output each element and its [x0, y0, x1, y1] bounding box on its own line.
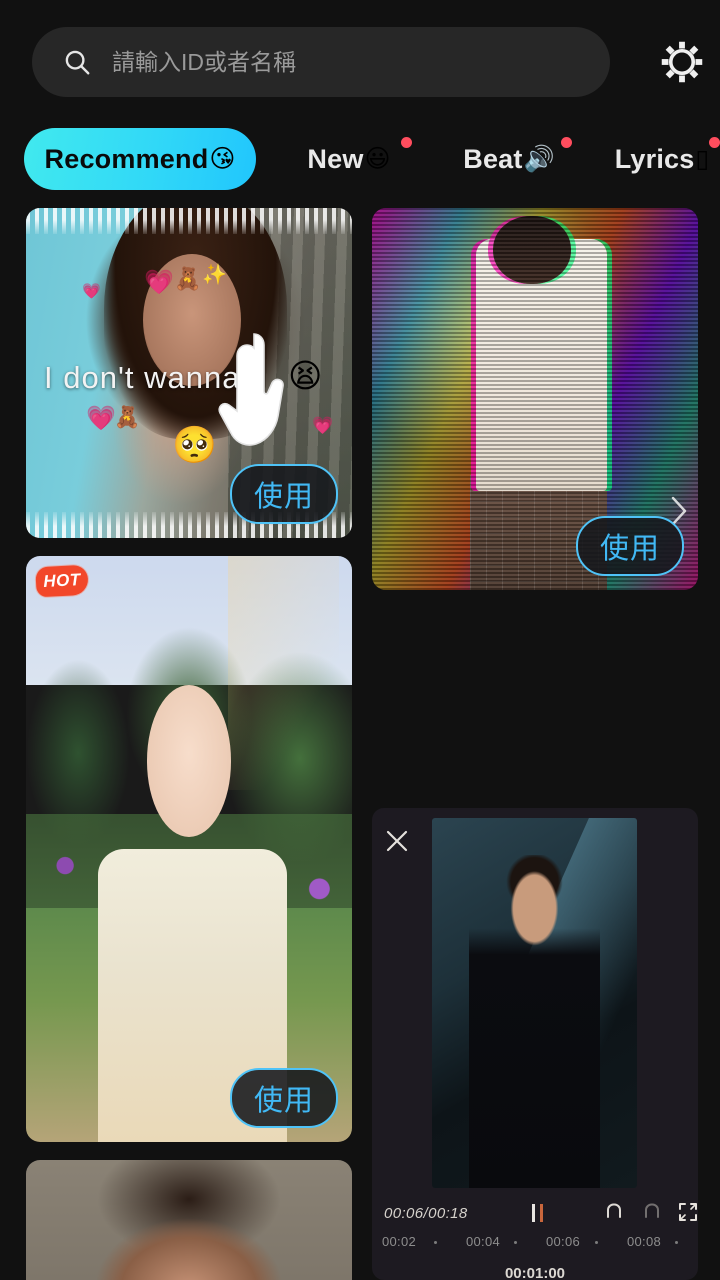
ruler-dot	[434, 1241, 437, 1244]
template-card[interactable]: 使用	[372, 208, 698, 590]
ruler-tick: 00:08	[627, 1234, 662, 1249]
ruler-dot	[595, 1241, 598, 1244]
ruler-dot	[675, 1241, 678, 1244]
tab-lyrics[interactable]: Lyrics ▯	[606, 128, 720, 190]
hot-badge: HOT	[35, 564, 89, 598]
undo-icon[interactable]	[600, 1200, 626, 1226]
category-tabs: Recommend 😘 New 😃 Beat 🔊 Lyrics ▯	[0, 128, 720, 190]
search-icon	[65, 50, 90, 75]
playback-time: 00:06/00:18	[384, 1204, 468, 1222]
use-button-label: 使用	[253, 1085, 314, 1117]
pause-icon[interactable]	[530, 1204, 548, 1222]
ruler-tick: 00:04	[466, 1234, 501, 1249]
speaker-icon: 🔊	[523, 144, 555, 173]
tofu-glyph-icon: ▯	[695, 145, 710, 173]
music-template-browser: Recommend 😘 New 😃 Beat 🔊 Lyrics ▯	[0, 0, 720, 1280]
sticker-bear: 🧸	[174, 266, 202, 291]
badge-dot	[709, 137, 720, 148]
tab-recommend-label: Recommend	[44, 143, 209, 174]
use-button-label: 使用	[253, 481, 314, 513]
gear-icon[interactable]	[655, 35, 709, 89]
timeline-ruler[interactable]: 00:02 00:04 00:06 00:08	[372, 1232, 698, 1258]
sticker-heart: 💗	[144, 269, 174, 296]
sticker-bear: 🧸	[114, 406, 141, 429]
search-input[interactable]	[110, 47, 610, 77]
fullscreen-icon[interactable]	[676, 1200, 698, 1224]
ruler-tick: 00:06	[546, 1234, 581, 1249]
smiley-face-icon: 😃	[364, 145, 391, 173]
close-icon[interactable]	[382, 826, 412, 856]
ruler-tick: 00:02	[382, 1234, 417, 1249]
decor-figure	[468, 855, 601, 1188]
use-button[interactable]: 使用	[576, 516, 684, 576]
clip-duration-label: 00:01:00	[504, 1265, 566, 1280]
card-thumbnail	[26, 1160, 352, 1280]
tab-recommend[interactable]: Recommend 😘	[24, 128, 256, 190]
tab-lyrics-label: Lyrics	[614, 143, 695, 174]
template-column-right: 使用	[372, 208, 698, 608]
use-button-label: 使用	[599, 533, 660, 565]
ruler-dot	[514, 1241, 517, 1244]
sticker-pleading-face: 🥺	[172, 424, 217, 465]
template-column-left: I don't wanna 💗 🧸 ✨ 💗 😫 🥺 💗 🧸 💗 使用 HOT 使…	[26, 208, 352, 1280]
search-bar[interactable]	[32, 27, 610, 97]
decor-face	[146, 684, 232, 838]
sticker-sparkle: ✨	[202, 264, 227, 286]
video-preview-panel: 00:06/00:18 00:02 00:04 00:06 00:08 00:0…	[372, 808, 698, 1280]
hot-badge-label: HOT	[42, 570, 82, 591]
tab-beat-label: Beat	[463, 143, 523, 174]
badge-dot	[401, 137, 412, 148]
top-bar	[0, 0, 720, 122]
tab-new-label: New	[307, 143, 364, 174]
player-controls: 00:06/00:18	[372, 1194, 698, 1232]
tab-beat[interactable]: Beat 🔊	[448, 128, 572, 190]
sticker-heart: 💗	[86, 405, 116, 432]
tab-new[interactable]: New 😃	[288, 128, 412, 190]
template-card[interactable]: HOT 使用	[26, 556, 352, 1142]
use-button[interactable]: 使用	[230, 464, 338, 524]
sticker-heart: 💗	[312, 416, 334, 435]
sticker-heart: 💗	[82, 283, 101, 300]
template-card[interactable]: I don't wanna 💗 🧸 ✨ 💗 😫 🥺 💗 🧸 💗 使用	[26, 208, 352, 538]
lyric-text: I don't wanna	[44, 360, 241, 395]
audio-waveform	[26, 208, 352, 234]
badge-dot	[561, 137, 572, 148]
use-button[interactable]: 使用	[230, 1068, 338, 1128]
kissing-face-icon: 😘	[209, 145, 236, 173]
pointing-hand-icon	[218, 333, 284, 446]
video-preview[interactable]	[432, 818, 637, 1188]
redo-icon[interactable]	[640, 1200, 666, 1226]
template-card[interactable]	[26, 1160, 352, 1280]
